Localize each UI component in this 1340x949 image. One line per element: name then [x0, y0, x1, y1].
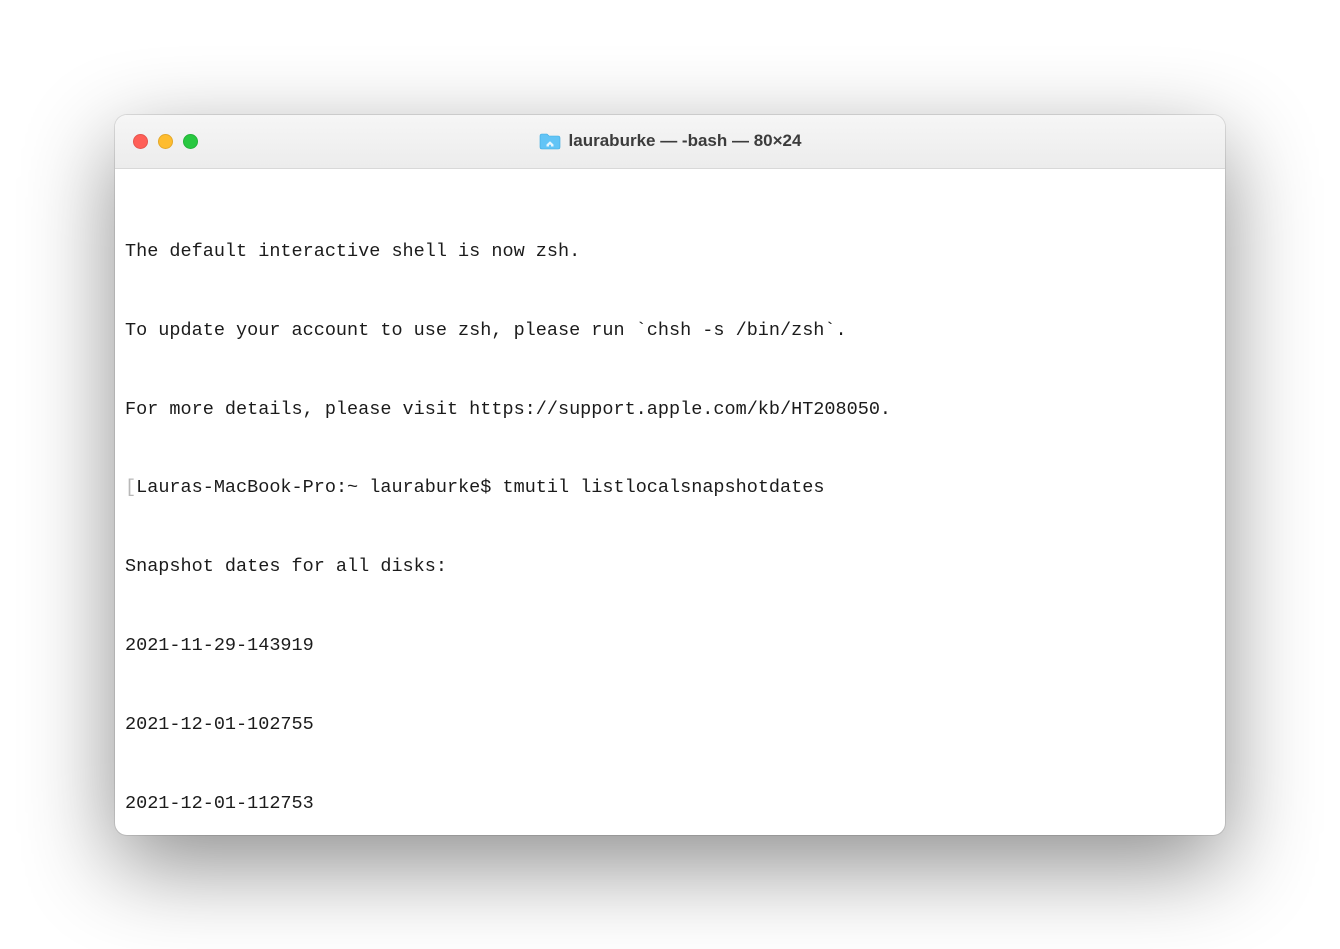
minimize-button[interactable]	[158, 134, 173, 149]
titlebar[interactable]: lauraburke — -bash — 80×24	[115, 115, 1225, 169]
snapshot-date: 2021-12-01-102755	[125, 712, 1215, 738]
maximize-button[interactable]	[183, 134, 198, 149]
shell-message-line: For more details, please visit https://s…	[125, 397, 1215, 423]
shell-message-line: To update your account to use zsh, pleas…	[125, 318, 1215, 344]
snapshot-date: 2021-11-29-143919	[125, 633, 1215, 659]
terminal-window: lauraburke — -bash — 80×24 The default i…	[115, 115, 1225, 835]
home-folder-icon	[539, 132, 561, 150]
prompt-line-1: [Lauras-MacBook-Pro:~ lauraburke$ tmutil…	[125, 475, 1215, 501]
open-bracket: [	[125, 477, 136, 498]
command-text: tmutil listlocalsnapshotdates	[502, 477, 824, 498]
terminal-body[interactable]: The default interactive shell is now zsh…	[115, 169, 1225, 835]
snapshot-date: 2021-12-01-112753	[125, 791, 1215, 817]
traffic-lights	[133, 134, 198, 149]
shell-message-line: The default interactive shell is now zsh…	[125, 239, 1215, 265]
title-wrap: lauraburke — -bash — 80×24	[115, 131, 1225, 151]
window-title: lauraburke — -bash — 80×24	[569, 131, 802, 151]
prompt-prefix: Lauras-MacBook-Pro:~ lauraburke$	[136, 477, 502, 498]
close-button[interactable]	[133, 134, 148, 149]
output-header: Snapshot dates for all disks:	[125, 554, 1215, 580]
